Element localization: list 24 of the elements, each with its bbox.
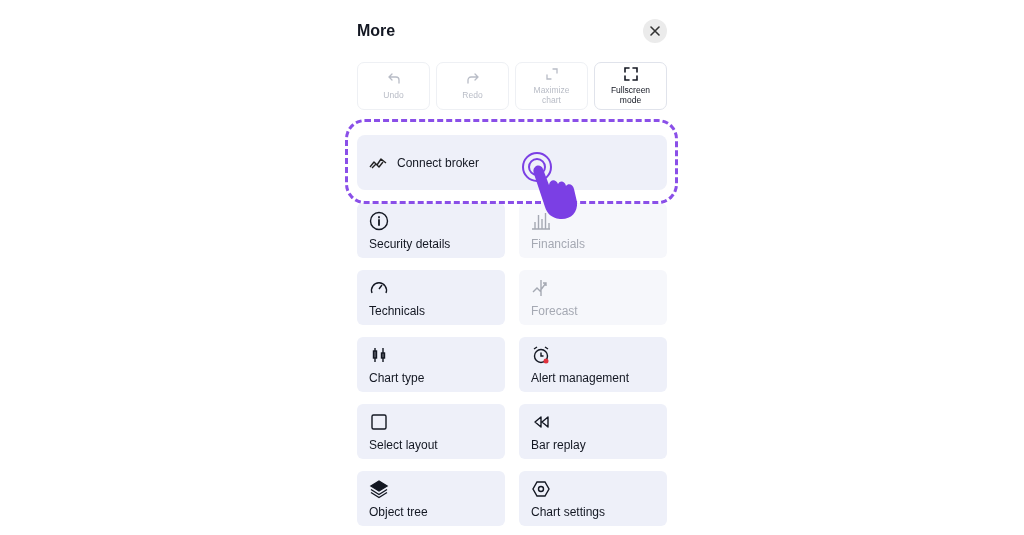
alarm-clock-icon bbox=[531, 344, 551, 365]
menu-tile[interactable]: Security details bbox=[357, 203, 505, 258]
menu-tile[interactable]: Chart settings bbox=[519, 471, 667, 526]
action-button[interactable]: Fullscreen mode bbox=[594, 62, 667, 110]
close-button[interactable] bbox=[643, 19, 667, 43]
close-icon bbox=[649, 25, 661, 37]
hexagon-icon bbox=[531, 478, 551, 499]
menu-tile[interactable]: Alert management bbox=[519, 337, 667, 392]
menu-tile[interactable]: Select layout bbox=[357, 404, 505, 459]
menu-tile[interactable]: Chart type bbox=[357, 337, 505, 392]
square-icon bbox=[369, 411, 389, 432]
zigzag-icon bbox=[369, 156, 387, 169]
info-icon bbox=[369, 210, 389, 231]
fullscreen-icon bbox=[623, 67, 638, 82]
connect-broker-button[interactable]: Connect broker bbox=[357, 135, 667, 190]
menu-tile[interactable]: Object tree bbox=[357, 471, 505, 526]
menu-tile[interactable]: Technicals bbox=[357, 270, 505, 325]
expand-corners-icon bbox=[544, 67, 559, 82]
bar-chart-icon bbox=[531, 210, 551, 231]
sheet-title: More bbox=[357, 22, 396, 40]
menu-tile[interactable]: Bar replay bbox=[519, 404, 667, 459]
undo-arrow-icon bbox=[386, 71, 401, 86]
redo-arrow-icon bbox=[465, 71, 480, 86]
layers-icon bbox=[369, 478, 389, 499]
